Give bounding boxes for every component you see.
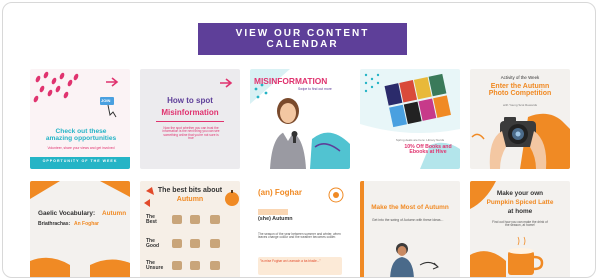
tile-an-foghar-definition[interactable]: (an) Foghar (she) Autumn The season of t… [250, 181, 350, 277]
content-calendar-panel: VIEW OUR CONTENT CALENDAR JOIN Check out… [2, 2, 596, 278]
tile-offer: 10% Off Books and Ebooks at Hive [404, 144, 452, 156]
tile-title: (an) Foghar [258, 188, 302, 197]
tile-title-highlight: Pumpkin Spiced Latte [486, 199, 554, 206]
gaelic-word: An Foghar [74, 221, 99, 227]
join-button-graphic: JOIN [101, 98, 111, 103]
gaelic-label: Briathrachas: [38, 221, 71, 227]
tile-title: How to spot [167, 96, 213, 105]
tile-subtitle: Volunteer, share your views and get invo… [47, 146, 115, 150]
tile-how-to-spot-misinformation[interactable]: How to spot Misinformation Now the spot … [140, 69, 240, 169]
tile-subtitle: (she) Autumn [258, 216, 293, 222]
tile-body: Now the spot whether you can trust the i… [162, 126, 220, 141]
row-label-good: The Good [146, 238, 160, 250]
tile-fine-print: Spring deals are here: Library Nerds [395, 138, 445, 142]
tile-body: The season of the year between summer an… [258, 232, 341, 240]
tile-make-the-most-of-autumn[interactable]: Make the Most of Autumn Get into the swi… [360, 181, 460, 277]
confetti-pattern-graphic [30, 71, 130, 169]
tile-pumpkin-spiced-latte[interactable]: Make your own Pumpkin Spiced Latte at ho… [470, 181, 570, 277]
tile-title: Enter the Autumn Photo Competition [488, 83, 552, 98]
tile-best-bits-about-autumn[interactable]: The best bits about Autumn The Best The … [140, 181, 240, 277]
tile-subtitle: Find out how you can make the drink of t… [492, 220, 548, 228]
vocab-label: Gaelic Vocabulary: [38, 210, 96, 217]
person-thinking-illustration [360, 181, 439, 277]
tile-title: Check out these amazing opportunities [45, 128, 117, 142]
tile-title-highlight: Autumn [176, 196, 204, 203]
tile-title: Make the Most of Autumn [371, 204, 449, 211]
tile-subtitle: Swipe to find out more [298, 87, 332, 91]
autumn-leaves-graphic [30, 181, 130, 277]
tile-title: The best bits about [157, 187, 223, 194]
tile-quote: "Is mise Foghar an t-earrach a ba bhaile… [260, 259, 321, 263]
tile-title: MISINFORMATION [254, 76, 328, 86]
tile-hive-books-offer[interactable]: Spring deals are here: Library Nerds 10%… [360, 69, 460, 169]
tile-subtitle: with Young Scot Rewards [502, 103, 538, 107]
tile-title: Make your own [496, 190, 544, 197]
row-label-unsure: The Unsure [146, 260, 164, 272]
tile-subtitle: Get into the swing of Autumn with these … [372, 218, 444, 222]
tile-title-highlight: Misinformation [161, 108, 219, 117]
tile-title-tail: at home [507, 208, 533, 215]
tile-banner: OPPORTUNITY OF THE WEEK [42, 159, 118, 163]
arrow-icon [156, 78, 233, 122]
tile-autumn-photo-competition[interactable]: Activity of the Week Enter the Autumn Ph… [470, 69, 570, 169]
tile-opportunity-of-the-week[interactable]: JOIN Check out these amazing opportuniti… [30, 69, 130, 169]
tile-misinformation-reporter[interactable]: MISINFORMATION Swipe to find out more [250, 69, 350, 169]
row-label-best: The Best [146, 214, 157, 226]
tile-kicker: Activity of the Week [500, 75, 540, 80]
view-content-calendar-button[interactable]: VIEW OUR CONTENT CALENDAR [198, 23, 407, 55]
vocab-word: Autumn [102, 210, 127, 217]
tile-gaelic-vocabulary[interactable]: Gaelic Vocabulary: Autumn Briathrachas: … [30, 181, 130, 277]
